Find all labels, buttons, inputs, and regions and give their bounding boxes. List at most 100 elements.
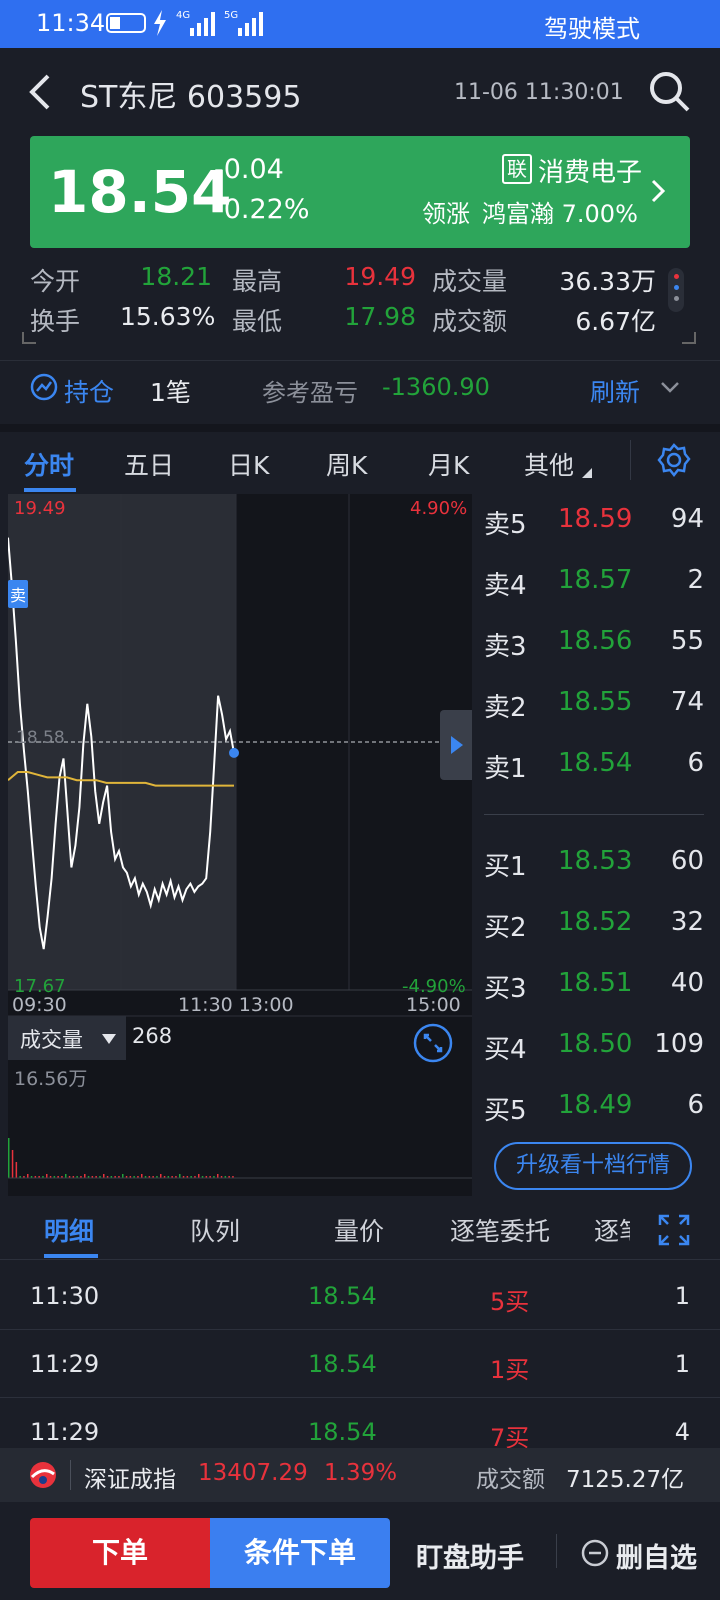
x-label-close: 15:00: [406, 994, 461, 1016]
monitor-assistant-button[interactable]: 盯盘助手: [416, 1536, 524, 1575]
more-dots-icon[interactable]: [668, 268, 684, 312]
dropdown-triangle-icon: [582, 468, 592, 478]
ask-level-row[interactable]: 卖4 18.57 2: [484, 565, 704, 625]
ask-level-row[interactable]: 卖5 18.59 94: [484, 504, 704, 564]
level-volume: 6: [687, 748, 704, 778]
tab-weekly-k[interactable]: 周K: [326, 446, 367, 482]
trade-side: 1买: [490, 1356, 530, 1384]
fullscreen-toggle-icon[interactable]: [412, 1022, 454, 1064]
volume-bar: [179, 1174, 181, 1178]
driving-mode-label[interactable]: 驾驶模式: [544, 9, 640, 44]
volume-bar: [84, 1174, 86, 1178]
stat-label: 换手: [30, 307, 81, 336]
corner-mark: [682, 332, 696, 344]
remove-circle-icon[interactable]: [580, 1538, 610, 1568]
network-4g-label: 4G: [176, 10, 191, 21]
level-label: 买3: [484, 974, 527, 1004]
price-change-pct: -0.22%: [214, 194, 310, 225]
stock-header: ST东尼 603595 11-06 11:30:01: [0, 48, 720, 134]
settings-gear-icon[interactable]: [656, 442, 692, 478]
volume-max-label: 16.56万: [14, 1068, 88, 1090]
tab-queue[interactable]: 队列: [190, 1212, 240, 1248]
level-price: 18.53: [558, 846, 633, 876]
position-bar: 持仓 1笔 参考盈亏 -1360.90 刷新: [0, 360, 720, 422]
index-amount: 7125.27亿: [566, 1467, 685, 1493]
stat-label: 最高: [232, 267, 283, 296]
expand-orderbook-button[interactable]: [440, 710, 472, 780]
fullscreen-expand-icon[interactable]: [658, 1214, 690, 1246]
volume-bar: [122, 1174, 124, 1178]
volume-bar: [15, 1162, 18, 1178]
bid-level-row[interactable]: 买4 18.50 109: [484, 1029, 704, 1089]
sell-marker[interactable]: 卖: [8, 580, 29, 608]
index-bar[interactable]: 深证成指 13407.29 1.39% 成交额 7125.27亿: [0, 1448, 720, 1502]
order-button[interactable]: 下单: [30, 1518, 210, 1588]
level-volume: 60: [670, 846, 704, 876]
stat-volume: 36.33万: [559, 267, 656, 296]
level-volume: 32: [670, 907, 704, 937]
index-value: 13407.29: [198, 1460, 308, 1486]
back-icon[interactable]: [28, 74, 52, 110]
ask-level-row[interactable]: 卖1 18.54 6: [484, 748, 704, 808]
quote-datetime: 11-06 11:30:01: [454, 80, 624, 105]
signal-icon: [190, 12, 215, 36]
tab-daily-k[interactable]: 日K: [228, 446, 269, 482]
tab-detail[interactable]: 明细: [44, 1212, 94, 1248]
conditional-order-button[interactable]: 条件下单: [210, 1518, 390, 1588]
tab-order-by-order[interactable]: 逐笔委托: [450, 1212, 550, 1248]
level-price: 18.50: [558, 1029, 633, 1059]
level-volume: 2: [687, 565, 704, 595]
volume-bar: [198, 1174, 200, 1178]
tab-trade-by-trade[interactable]: 逐笔: [594, 1212, 630, 1248]
price-banner[interactable]: 18.54 -0.04 -0.22% 联 消费电子 领涨 鸿富瀚 7.00%: [30, 136, 690, 248]
caret-down-icon: [102, 1034, 116, 1044]
tab-monthly-k[interactable]: 月K: [428, 446, 469, 482]
trade-price: 18.54: [308, 1282, 377, 1310]
tab-5day[interactable]: 五日: [124, 446, 174, 482]
chevron-down-icon[interactable]: [660, 381, 680, 395]
volume-bar: [141, 1174, 143, 1178]
active-tab-indicator: [44, 1254, 98, 1258]
level-label: 卖2: [484, 693, 527, 723]
volume-selector[interactable]: 成交量: [8, 1016, 126, 1060]
price-change: -0.04: [214, 154, 284, 185]
tab-intraday[interactable]: 分时: [24, 446, 74, 482]
signal-icon-2: [238, 12, 263, 36]
level-volume: 109: [654, 1029, 704, 1059]
divider: [484, 814, 704, 815]
bid-level-row[interactable]: 买2 18.52 32: [484, 907, 704, 967]
pl-label: 参考盈亏: [262, 379, 358, 407]
ask-level-row[interactable]: 卖2 18.55 74: [484, 687, 704, 747]
last-price: 18.54: [48, 158, 232, 226]
divider: [70, 1460, 71, 1490]
pl-value: -1360.90: [382, 373, 490, 401]
status-time: 11:34: [36, 9, 106, 37]
bid-level-row[interactable]: 买5 18.49 6: [484, 1090, 704, 1150]
upgrade-level10-button[interactable]: 升级看十档行情: [494, 1142, 692, 1190]
level-price: 18.57: [558, 565, 633, 595]
charging-icon: [154, 10, 166, 36]
position-label[interactable]: 持仓: [64, 373, 114, 409]
tab-volume-price[interactable]: 量价: [334, 1212, 384, 1248]
refresh-button[interactable]: 刷新: [590, 373, 640, 409]
intraday-chart[interactable]: 19.49 4.90% 17.67 -4.90% 18.58 卖 09:30 1…: [8, 494, 472, 1196]
level-price: 18.51: [558, 968, 633, 998]
bid-level-row[interactable]: 买1 18.53 60: [484, 846, 704, 906]
sector-name: 消费电子: [538, 158, 643, 188]
trade-side: 5买: [490, 1288, 530, 1316]
index-name: 深证成指: [84, 1467, 176, 1493]
trade-row: 11:30 18.54 5买 1: [0, 1262, 720, 1330]
remove-watchlist-button[interactable]: 删自选: [616, 1536, 697, 1575]
status-bar: 11:34 4G 5G 驾驶模式: [0, 0, 720, 48]
level-label: 卖1: [484, 754, 527, 784]
level-price: 18.55: [558, 687, 633, 717]
bid-level-row[interactable]: 买3 18.51 40: [484, 968, 704, 1028]
tab-other[interactable]: 其他: [524, 446, 574, 482]
divider: [0, 424, 720, 432]
ask-level-row[interactable]: 卖3 18.56 55: [484, 626, 704, 686]
position-icon[interactable]: [30, 373, 58, 401]
volume-bar: [46, 1174, 48, 1178]
divider: [556, 1534, 557, 1568]
level-label: 买5: [484, 1096, 527, 1126]
search-icon[interactable]: [648, 70, 692, 114]
